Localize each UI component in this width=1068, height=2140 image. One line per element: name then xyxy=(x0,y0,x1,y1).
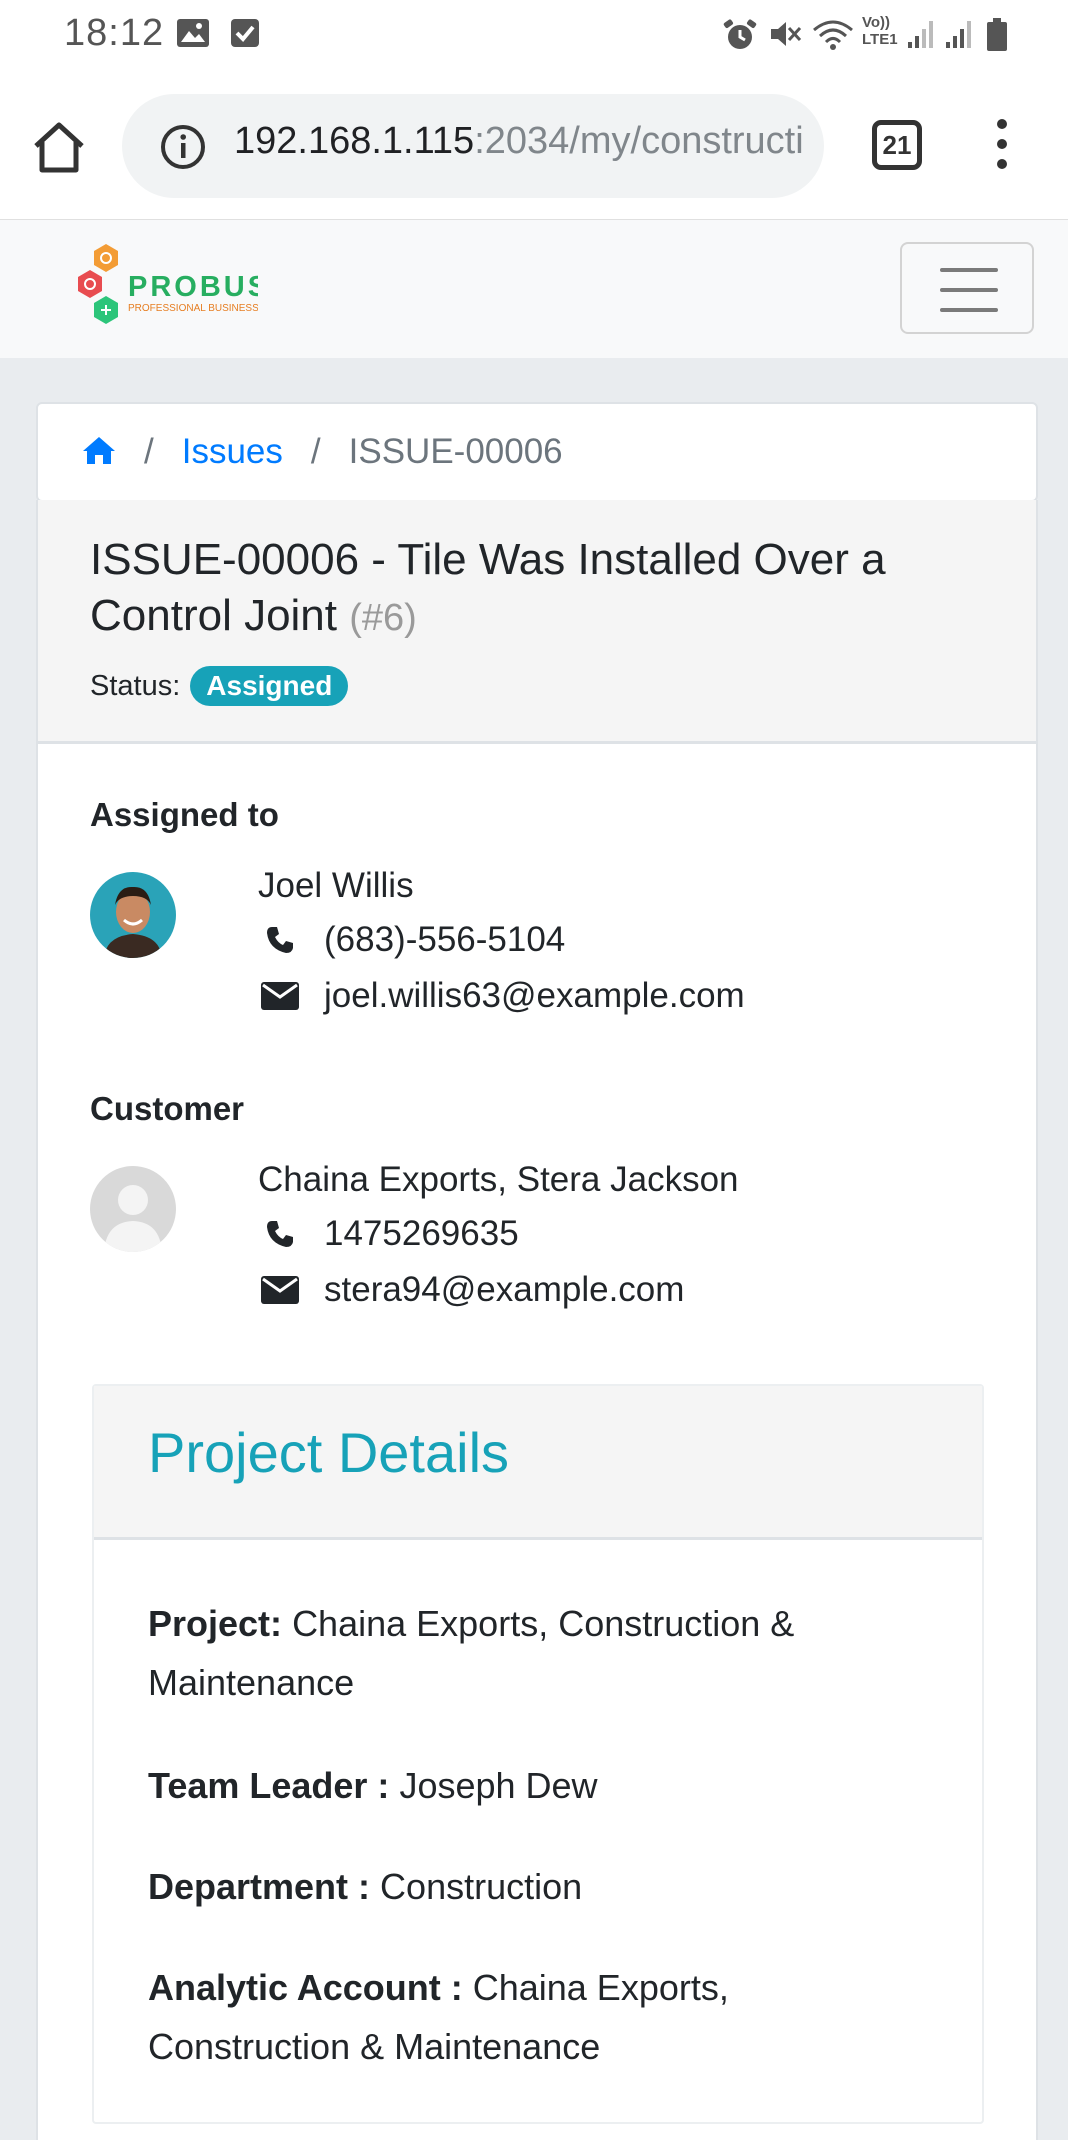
logo-tagline: PROFESSIONAL BUSINESS xyxy=(128,303,258,314)
issue-header: ISSUE-00006 - Tile Was Installed Over a … xyxy=(38,500,1036,744)
project-detail: Project: Chaina Exports, Construction & … xyxy=(148,1594,928,1712)
assigned-to-heading: Assigned to xyxy=(90,796,279,833)
url-host: 192.168.1.115 xyxy=(234,120,475,162)
breadcrumb-issues-link[interactable]: Issues xyxy=(182,432,283,472)
customer-phone[interactable]: 1475269635 xyxy=(324,1214,519,1254)
signal-2-icon xyxy=(946,21,971,48)
url-path: :2034/my/construction xyxy=(474,120,804,162)
analytic-account-detail: Analytic Account : Chaina Exports, Const… xyxy=(148,1958,928,2076)
url-text[interactable]: 192.168.1.115:2034/my/construction xyxy=(234,120,804,163)
home-icon[interactable] xyxy=(30,118,88,176)
issue-title: ISSUE-00006 - Tile Was Installed Over a … xyxy=(90,535,886,640)
department-value: Construction xyxy=(380,1866,583,1907)
project-details-title: Project Details xyxy=(148,1421,510,1484)
site-navbar: PROBUSE PROFESSIONAL BUSINESS xyxy=(0,220,1068,358)
issue-title-block: ISSUE-00006 - Tile Was Installed Over a … xyxy=(90,532,990,646)
department-label: Department : xyxy=(148,1866,371,1907)
site-info-icon[interactable] xyxy=(160,124,206,170)
address-bar[interactable]: 192.168.1.115:2034/my/construction xyxy=(122,94,824,198)
customer-email[interactable]: stera94@example.com xyxy=(324,1270,684,1310)
breadcrumb-separator: / xyxy=(144,432,154,471)
project-details-header: Project Details xyxy=(94,1386,982,1540)
assignee-avatar xyxy=(90,872,176,958)
breadcrumb-separator: / xyxy=(310,432,321,471)
alarm-icon xyxy=(723,19,757,49)
volte-indicator: Vo)) LTE1 xyxy=(862,14,898,48)
status-badge: Assigned xyxy=(190,666,349,706)
assignee-phone-row: (683)-556-5104 xyxy=(258,920,565,960)
phone-icon xyxy=(258,923,302,957)
customer-heading: Customer xyxy=(90,1090,245,1127)
team-leader-detail: Team Leader : Joseph Dew xyxy=(148,1756,928,1815)
issue-number: (#6) xyxy=(349,597,417,639)
hamburger-icon xyxy=(940,268,998,272)
team-leader-value: Joseph Dew xyxy=(399,1765,598,1806)
android-status-bar: 18:12 Vo)) LTE1 xyxy=(0,0,1068,68)
status-row: Status: Assigned xyxy=(90,666,349,706)
issue-card: ISSUE-00006 - Tile Was Installed Over a … xyxy=(36,500,1038,2140)
breadcrumb: / Issues / ISSUE-00006 xyxy=(36,402,1038,502)
tab-switcher-button[interactable]: 21 xyxy=(872,120,922,170)
assignee-email[interactable]: joel.willis63@example.com xyxy=(324,976,745,1016)
wifi-icon xyxy=(813,20,853,50)
battery-icon xyxy=(987,18,1007,51)
department-detail: Department : Construction xyxy=(148,1857,928,1916)
more-options-icon[interactable] xyxy=(990,116,1014,172)
logo-brand: PROBUSE xyxy=(128,271,258,303)
checkbox-notification-icon xyxy=(231,19,259,47)
project-details-card: Project Details Project: Chaina Exports,… xyxy=(92,1384,984,2124)
signal-1-icon xyxy=(908,21,933,48)
navbar-toggle-button[interactable] xyxy=(900,242,1034,334)
gallery-notification-icon xyxy=(177,19,209,47)
probuse-logo[interactable]: PROBUSE PROFESSIONAL BUSINESS xyxy=(68,240,258,340)
team-leader-label: Team Leader : xyxy=(148,1765,390,1806)
assignee-phone[interactable]: (683)-556-5104 xyxy=(324,920,565,960)
breadcrumb-home-icon[interactable] xyxy=(82,435,116,465)
status-label: Status: xyxy=(90,669,181,702)
mute-icon xyxy=(771,22,802,46)
assignee-email-row: joel.willis63@example.com xyxy=(258,976,745,1016)
project-label: Project: xyxy=(148,1603,283,1644)
status-time: 18:12 xyxy=(64,12,165,54)
assignee-name: Joel Willis xyxy=(258,866,414,905)
customer-name: Chaina Exports, Stera Jackson xyxy=(258,1160,739,1199)
browser-toolbar: 192.168.1.115:2034/my/construction 21 xyxy=(0,68,1068,220)
analytic-account-label: Analytic Account : xyxy=(148,1967,463,2008)
phone-icon xyxy=(258,1217,302,1251)
customer-avatar xyxy=(90,1166,176,1252)
envelope-icon xyxy=(258,1273,302,1307)
envelope-icon xyxy=(258,979,302,1013)
customer-phone-row: 1475269635 xyxy=(258,1214,519,1254)
breadcrumb-current: ISSUE-00006 xyxy=(348,432,563,471)
customer-email-row: stera94@example.com xyxy=(258,1270,684,1310)
